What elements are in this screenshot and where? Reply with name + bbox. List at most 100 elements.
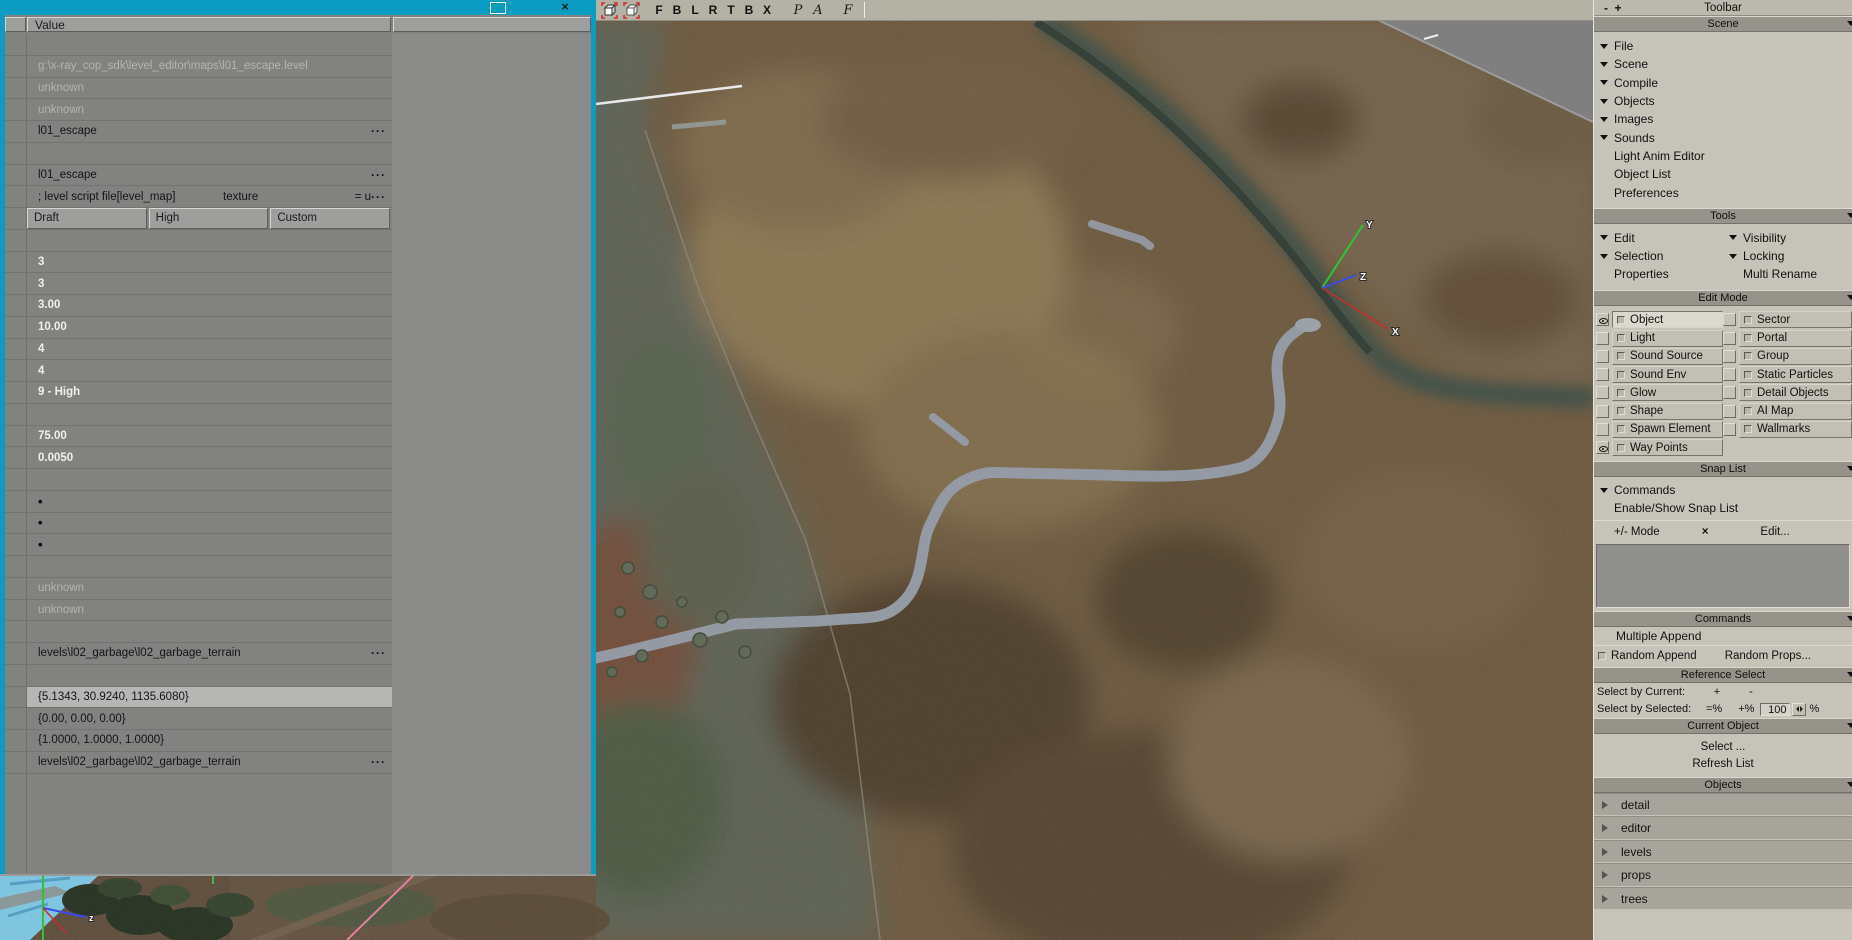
eye-toggle[interactable] bbox=[1596, 349, 1609, 363]
view-button[interactable]: L bbox=[686, 3, 704, 17]
section-header-reference-select[interactable]: Reference Select bbox=[1594, 666, 1852, 683]
tree-item[interactable]: editor bbox=[1594, 816, 1852, 840]
property-row[interactable]: levels\l02_garbage\l02_garbage_terrain ·… bbox=[5, 752, 392, 774]
snap-edit-button[interactable]: Edit... bbox=[1760, 526, 1789, 538]
view-button[interactable]: T bbox=[722, 3, 740, 17]
property-row[interactable]: 0.0050 bbox=[5, 447, 392, 469]
eye-toggle[interactable] bbox=[1596, 313, 1609, 327]
eye-toggle[interactable] bbox=[1723, 404, 1736, 418]
quality-button[interactable]: High bbox=[148, 208, 269, 229]
section-header-edit-mode[interactable]: Edit Mode bbox=[1594, 289, 1852, 306]
enable-snap-list[interactable]: Enable/Show Snap List bbox=[1594, 499, 1852, 517]
grid-header-extra[interactable] bbox=[393, 17, 591, 32]
menu-item[interactable]: Multi Rename bbox=[1723, 265, 1852, 283]
view-button[interactable]: B bbox=[668, 3, 686, 17]
property-row[interactable]: • bbox=[5, 534, 392, 556]
property-row[interactable]: g:\x-ray_cop_sdk\level_editor\maps\l01_e… bbox=[5, 56, 392, 78]
menu-item[interactable]: Properties bbox=[1594, 265, 1723, 283]
mode-toggle-button[interactable]: Sound Source bbox=[1612, 347, 1723, 365]
section-header-current-object[interactable]: Current Object bbox=[1594, 717, 1852, 734]
property-row[interactable] bbox=[5, 404, 392, 426]
equal-percent-button[interactable]: =% bbox=[1706, 703, 1722, 715]
mode-toggle-button[interactable]: Wallmarks bbox=[1739, 420, 1852, 438]
menu-item[interactable]: Sounds bbox=[1594, 128, 1852, 146]
menu-item[interactable]: Light Anim Editor bbox=[1594, 147, 1852, 165]
property-row[interactable]: 9 - High bbox=[5, 382, 392, 404]
cube-view-alt-icon[interactable] bbox=[623, 1, 640, 19]
mode-toggle-button[interactable]: Way Points bbox=[1612, 439, 1723, 457]
mode-toggle-button[interactable]: Spawn Element bbox=[1612, 420, 1723, 438]
ellipsis-button[interactable]: ··· bbox=[371, 755, 392, 769]
property-row[interactable] bbox=[5, 34, 392, 56]
property-row[interactable]: unknown bbox=[5, 600, 392, 622]
menu-item[interactable]: Preferences bbox=[1594, 183, 1852, 201]
script-button[interactable]: P bbox=[788, 3, 808, 18]
window-titlebar[interactable]: × bbox=[0, 0, 596, 15]
mode-toggle-button[interactable]: AI Map bbox=[1739, 402, 1852, 420]
property-row[interactable]: {1.0000, 1.0000, 1.0000} bbox=[5, 730, 392, 752]
eye-toggle[interactable] bbox=[1596, 386, 1609, 400]
plus-percent-button[interactable]: +% bbox=[1738, 703, 1754, 715]
section-header-objects[interactable]: Objects bbox=[1594, 776, 1852, 793]
eye-toggle[interactable] bbox=[1596, 441, 1609, 455]
tree-item[interactable]: props bbox=[1594, 863, 1852, 887]
grid-header-value[interactable]: Value bbox=[27, 17, 391, 32]
tree-item[interactable]: trees bbox=[1594, 886, 1852, 911]
menu-item[interactable]: Selection bbox=[1594, 247, 1723, 265]
eye-toggle[interactable] bbox=[1596, 422, 1609, 436]
menu-item[interactable]: Object List bbox=[1594, 165, 1852, 183]
menu-item[interactable]: Compile bbox=[1594, 74, 1852, 92]
section-header-scene[interactable]: Scene bbox=[1594, 16, 1852, 32]
select-object-button[interactable]: Select ... bbox=[1594, 739, 1852, 756]
restore-icon[interactable] bbox=[490, 2, 506, 14]
mode-toggle-button[interactable]: Light bbox=[1612, 329, 1723, 347]
cube-view-icon[interactable] bbox=[601, 1, 618, 19]
script-row[interactable]: ; level script file[level_map] texture =… bbox=[5, 186, 392, 208]
property-row[interactable]: 3.00 bbox=[5, 295, 392, 317]
menu-item[interactable]: Objects bbox=[1594, 92, 1852, 110]
snap-clear-button[interactable]: × bbox=[1702, 526, 1709, 538]
quality-button[interactable]: Custom bbox=[270, 208, 391, 229]
property-row[interactable]: l01_escape ··· bbox=[5, 121, 392, 143]
random-props-button[interactable]: Random Props... bbox=[1725, 650, 1811, 662]
menu-item[interactable]: Images bbox=[1594, 110, 1852, 128]
section-header-tools[interactable]: Tools bbox=[1594, 207, 1852, 224]
mode-toggle-button[interactable]: Detail Objects bbox=[1739, 384, 1852, 402]
menu-item[interactable]: File bbox=[1594, 37, 1852, 55]
property-row[interactable]: 4 bbox=[5, 360, 392, 382]
property-row[interactable]: 3 bbox=[5, 273, 392, 295]
property-row[interactable]: • bbox=[5, 491, 392, 513]
ellipsis-button[interactable]: ··· bbox=[371, 646, 392, 660]
property-row[interactable]: 3 bbox=[5, 252, 392, 274]
menu-item[interactable]: Locking bbox=[1723, 247, 1852, 265]
menu-item[interactable]: Visibility bbox=[1723, 229, 1852, 247]
property-row[interactable] bbox=[5, 143, 392, 165]
eye-toggle[interactable] bbox=[1723, 368, 1736, 382]
spinner-button[interactable] bbox=[1792, 702, 1807, 716]
property-row[interactable] bbox=[5, 665, 392, 687]
property-row[interactable]: {5.1343, 30.9240, 1135.6080} bbox=[5, 686, 392, 709]
property-row[interactable]: • bbox=[5, 513, 392, 535]
eye-toggle[interactable] bbox=[1723, 386, 1736, 400]
percent-input[interactable]: 100 bbox=[1760, 702, 1791, 716]
eye-toggle[interactable] bbox=[1723, 422, 1736, 436]
close-icon[interactable]: × bbox=[556, 0, 574, 15]
snap-commands-menu[interactable]: Commands bbox=[1594, 481, 1852, 499]
snap-mode-button[interactable]: +/- Mode bbox=[1614, 526, 1660, 538]
eye-toggle[interactable] bbox=[1596, 404, 1609, 418]
property-row[interactable] bbox=[5, 556, 392, 578]
random-append-label[interactable]: Random Append bbox=[1611, 650, 1697, 662]
quality-button[interactable]: Draft bbox=[27, 208, 147, 229]
tree-item[interactable]: levels bbox=[1594, 839, 1852, 864]
view-button[interactable]: F bbox=[650, 3, 668, 17]
property-row[interactable]: levels\l02_garbage\l02_garbage_terrain ·… bbox=[5, 643, 392, 665]
script-button[interactable]: A bbox=[808, 3, 828, 18]
view-button[interactable]: B bbox=[740, 3, 758, 17]
property-row[interactable]: 75.00 bbox=[5, 426, 392, 448]
mode-toggle-button[interactable]: Shape bbox=[1612, 402, 1723, 420]
ellipsis-button[interactable]: ··· bbox=[371, 124, 392, 138]
section-header-snap-list[interactable]: Snap List bbox=[1594, 460, 1852, 477]
mode-toggle-button[interactable]: Static Particles bbox=[1739, 366, 1852, 384]
property-row[interactable]: 10.00 bbox=[5, 317, 392, 339]
snap-list-box[interactable] bbox=[1596, 543, 1850, 608]
